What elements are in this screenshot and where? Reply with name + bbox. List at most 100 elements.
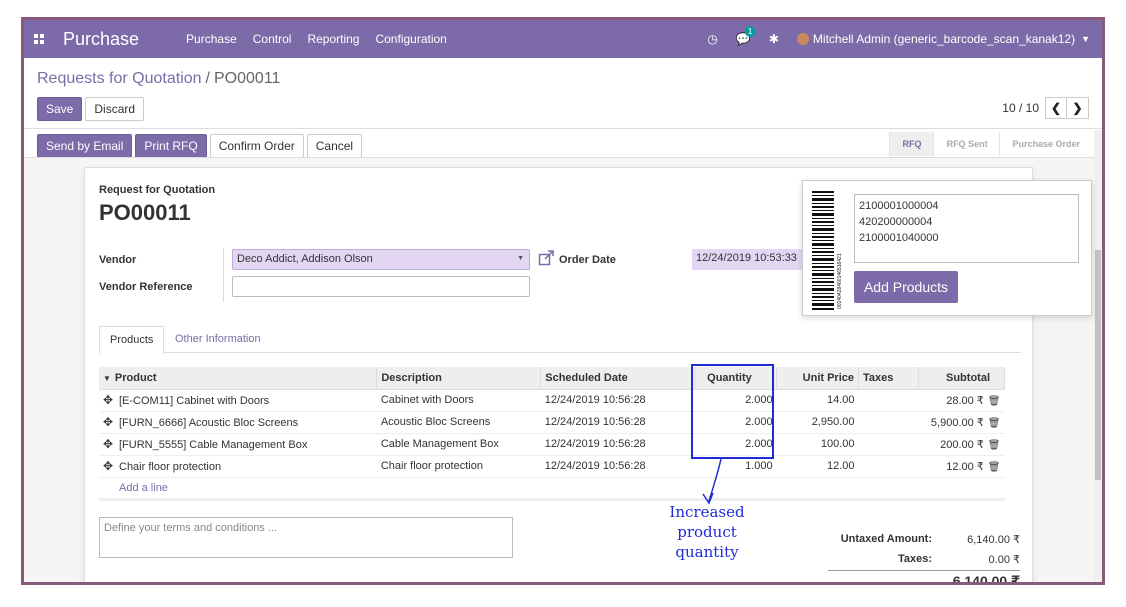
tab-products[interactable]: Products <box>99 326 165 354</box>
annotation-text: Increased product quantity <box>639 502 775 562</box>
vendor-value: Deco Addict, Addison Olson <box>237 253 373 265</box>
vendor-field[interactable]: Deco Addict, Addison Olson ▼ <box>232 249 530 270</box>
table-header: ▼ Product Description Scheduled Date Quan… <box>99 367 1006 390</box>
pager-next-icon[interactable]: ❯ <box>1067 97 1089 119</box>
row-taxes <box>858 411 919 434</box>
avatar[interactable] <box>796 33 809 45</box>
menu-control[interactable]: Control <box>253 32 292 46</box>
trash-icon[interactable]: 🗑 <box>988 440 1001 451</box>
add-products-button[interactable]: Add Products <box>854 271 958 303</box>
drag-handle-icon[interactable]: ✥ <box>103 459 119 473</box>
stage-purchase-order: Purchase Order <box>999 132 1092 156</box>
discard-button[interactable]: Discard <box>85 97 145 121</box>
row-unit-price: 2,950.00 <box>776 411 859 434</box>
user-menu[interactable]: Mitchell Admin (generic_barcode_scan_kan… <box>813 32 1075 46</box>
drag-handle-icon[interactable]: ✥ <box>103 393 119 407</box>
col-description[interactable]: Description <box>376 367 542 390</box>
chat-badge: 1 <box>744 26 756 37</box>
taxes-row: Taxes: 0.00 ₹ <box>820 549 1020 569</box>
chat-icon[interactable]: 💬 1 <box>736 26 756 46</box>
drag-handle-icon[interactable]: ✥ <box>103 415 119 429</box>
print-rfq-button[interactable]: Print RFQ <box>135 134 207 158</box>
stage-bar: RFQ RFQ Sent Purchase Order <box>889 132 1092 156</box>
bug-icon[interactable]: ✱ <box>769 32 779 46</box>
order-date-label: Order Date <box>559 254 616 266</box>
col-subtotal-label: Subtotal <box>946 371 990 384</box>
table-row[interactable]: ✥ Chair floor protection Chair floor prot… <box>99 455 1005 478</box>
breadcrumb-current: PO00011 <box>214 70 281 87</box>
barcode-input[interactable]: 2100001000004 420200000004 2100001040000 <box>854 194 1079 263</box>
terms-and-conditions-input[interactable]: Define your terms and conditions ... <box>99 517 513 558</box>
taxes-label: Taxes: <box>897 553 932 565</box>
table-row[interactable]: ✥ [E-COM11] Cabinet with Doors Cabinet wi… <box>99 389 1005 412</box>
add-a-line-link[interactable]: Add a line <box>119 482 168 494</box>
confirm-order-button[interactable]: Confirm Order <box>209 134 304 158</box>
trash-icon[interactable]: 🗑 <box>988 462 1001 473</box>
chevron-down-icon[interactable]: ▼ <box>1081 34 1090 44</box>
sort-caret-icon: ▼ <box>103 373 111 383</box>
row-product: [FURN_6666] Acoustic Bloc Screens <box>119 417 299 429</box>
scrollbar-thumb[interactable] <box>1095 250 1101 480</box>
table-row[interactable]: ✥ [FURN_5555] Cable Management Box Cable … <box>99 433 1005 456</box>
menu-purchase[interactable]: Purchase <box>186 32 237 46</box>
app-brand[interactable]: Purchase <box>63 29 139 50</box>
tab-other-information[interactable]: Other Information <box>165 326 271 354</box>
control-buttons: Save Discard <box>37 97 145 121</box>
annotation-line-1: Increased product <box>669 503 745 541</box>
row-taxes <box>858 433 919 456</box>
col-subtotal[interactable]: Subtotal <box>918 367 1006 390</box>
vendor-reference-field[interactable] <box>232 276 530 297</box>
table-row[interactable]: ✥ [FURN_6666] Acoustic Bloc Screens Acous… <box>99 411 1005 434</box>
clock-icon[interactable]: ◷ <box>707 32 717 46</box>
notebook-tabs: Products Other Information <box>99 326 1021 354</box>
status-buttons: Send by Email Print RFQ Confirm Order Ca… <box>37 134 363 158</box>
menu-reporting[interactable]: Reporting <box>307 32 359 46</box>
vendor-label: Vendor <box>99 254 137 266</box>
apps-menu-icon[interactable] <box>34 34 44 44</box>
row-subtotal: 200.00 ₹ <box>940 438 984 451</box>
save-button[interactable]: Save <box>37 97 83 121</box>
col-scheduled-date[interactable]: Scheduled Date <box>540 367 696 390</box>
col-unit-price[interactable]: Unit Price <box>776 367 860 390</box>
row-date: 12/24/2019 10:56:28 <box>540 433 695 456</box>
col-product-label: Product <box>114 371 157 384</box>
row-description: Acoustic Bloc Screens <box>376 411 541 434</box>
annotation-line-2: quantity <box>675 543 739 561</box>
document-kind: Request for Quotation <box>99 184 216 196</box>
row-unit-price: 100.00 <box>776 433 859 456</box>
trash-icon[interactable]: 🗑 <box>988 396 1001 407</box>
untaxed-amount-row: Untaxed Amount: 6,140.00 ₹ <box>820 529 1020 549</box>
divider <box>223 248 224 302</box>
taxes-value: 0.00 ₹ <box>988 553 1020 566</box>
row-product: Chair floor protection <box>119 461 222 473</box>
annotation-arrow-icon <box>702 458 722 505</box>
breadcrumb-separator: / <box>205 70 210 87</box>
breadcrumb-parent[interactable]: Requests for Quotation <box>37 70 202 87</box>
drag-handle-icon[interactable]: ✥ <box>103 437 119 451</box>
cancel-button[interactable]: Cancel <box>306 134 363 158</box>
barcode-line: 420200000004 <box>859 216 933 228</box>
scrollbar[interactable] <box>1094 130 1102 582</box>
row-taxes <box>858 455 919 478</box>
pager: 10 / 10 ❮ ❯ <box>1002 97 1089 119</box>
row-description: Cable Management Box <box>376 433 541 456</box>
external-link-icon[interactable] <box>538 250 554 266</box>
trash-icon[interactable]: 🗑 <box>988 418 1001 429</box>
quantity-highlight-box <box>691 364 774 459</box>
breadcrumb: Requests for Quotation / PO00011 <box>37 70 280 88</box>
row-subtotal: 12.00 ₹ <box>946 460 984 473</box>
chevron-down-icon[interactable]: ▼ <box>517 255 524 262</box>
col-taxes[interactable]: Taxes <box>858 367 919 390</box>
app-frame: Purchase Purchase Control Reporting Conf… <box>21 17 1105 585</box>
order-date-field[interactable]: 12/24/2019 10:53:33 <box>692 249 807 270</box>
pager-prev-icon[interactable]: ❮ <box>1045 97 1067 119</box>
untaxed-amount-label: Untaxed Amount: <box>840 533 932 545</box>
pager-value[interactable]: 10 / 10 <box>1002 101 1039 115</box>
menu-configuration[interactable]: Configuration <box>375 32 446 46</box>
row-date: 12/24/2019 10:56:28 <box>540 455 695 478</box>
document-name: PO00011 <box>99 200 191 225</box>
send-by-email-button[interactable]: Send by Email <box>37 134 133 158</box>
barcode-image: 00140428460146516421 <box>812 191 843 310</box>
row-date: 12/24/2019 10:56:28 <box>540 411 695 434</box>
col-product[interactable]: ▼ Product <box>99 367 378 390</box>
